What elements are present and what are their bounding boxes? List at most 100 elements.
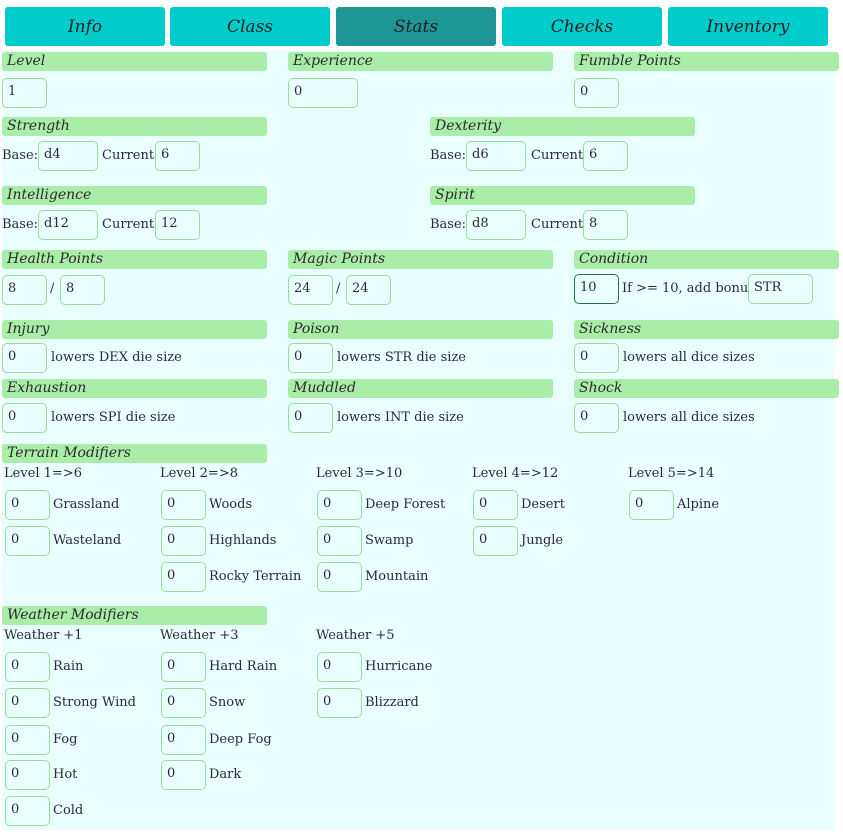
mp-header: Magic Points: [288, 250, 553, 269]
weather-hard-rain-label: Hard Rain: [209, 659, 278, 674]
injury-input[interactable]: 0: [2, 343, 47, 373]
weather-dark-input[interactable]: 0: [161, 760, 206, 790]
tab-info[interactable]: Info: [5, 7, 165, 46]
terrain-deep-forest-input[interactable]: 0: [317, 490, 362, 520]
tab-class[interactable]: Class: [170, 7, 330, 46]
spirit-base-input[interactable]: d8: [466, 210, 526, 240]
weather-hot-label: Hot: [53, 767, 78, 782]
terrain-header: Terrain Modifiers: [2, 444, 267, 463]
spirit-current-label: Current:: [531, 217, 588, 232]
terrain-woods-input[interactable]: 0: [161, 490, 206, 520]
hp-slash: /: [50, 281, 55, 296]
level-input[interactable]: 1: [2, 78, 47, 108]
strength-base-label: Base:: [2, 148, 39, 163]
terrain-mountain-input[interactable]: 0: [317, 562, 362, 592]
weather-cold-input[interactable]: 0: [5, 796, 50, 826]
sickness-note: lowers all dice sizes: [623, 350, 755, 365]
terrain-highlands-label: Highlands: [209, 533, 277, 548]
terrain-level-2-label: Level 2=>8: [160, 466, 238, 481]
spirit-current-input[interactable]: 8: [583, 210, 628, 240]
mp-current-input[interactable]: 24: [288, 275, 333, 305]
hp-header: Health Points: [2, 250, 267, 269]
terrain-desert-input[interactable]: 0: [473, 490, 518, 520]
terrain-level-1-label: Level 1=>6: [4, 466, 82, 481]
intelligence-current-label: Current:: [102, 217, 159, 232]
mp-max-input[interactable]: 24: [346, 275, 391, 305]
tab-stats[interactable]: Stats: [336, 7, 496, 46]
tab-checks[interactable]: Checks: [502, 7, 662, 46]
fumble-header: Fumble Points: [574, 52, 839, 71]
poison-header: Poison: [288, 320, 553, 339]
experience-input[interactable]: 0: [288, 78, 358, 108]
muddled-input[interactable]: 0: [288, 403, 333, 433]
terrain-desert-label: Desert: [521, 497, 565, 512]
weather-header: Weather Modifiers: [2, 606, 267, 625]
weather-blizzard-label: Blizzard: [365, 695, 419, 710]
terrain-wasteland-label: Wasteland: [53, 533, 122, 548]
condition-stat-input[interactable]: STR: [748, 274, 813, 304]
dexterity-current-label: Current:: [531, 148, 588, 163]
terrain-jungle-input[interactable]: 0: [473, 526, 518, 556]
exhaustion-note: lowers SPI die size: [51, 410, 176, 425]
level-header: Level: [2, 52, 267, 71]
exhaustion-header: Exhaustion: [2, 379, 267, 398]
terrain-grassland-input[interactable]: 0: [5, 490, 50, 520]
sickness-input[interactable]: 0: [574, 343, 619, 373]
terrain-rocky-label: Rocky Terrain: [209, 569, 302, 584]
strength-current-label: Current:: [102, 148, 159, 163]
terrain-alpine-input[interactable]: 0: [629, 490, 674, 520]
experience-header: Experience: [288, 52, 553, 71]
intelligence-header: Intelligence: [2, 186, 267, 205]
exhaustion-input[interactable]: 0: [2, 403, 47, 433]
terrain-grassland-label: Grassland: [53, 497, 120, 512]
strength-base-input[interactable]: d4: [38, 141, 98, 171]
hp-max-input[interactable]: 8: [60, 275, 105, 305]
weather-cold-label: Cold: [53, 803, 84, 818]
intelligence-base-input[interactable]: d12: [38, 210, 98, 240]
weather-blizzard-input[interactable]: 0: [317, 688, 362, 718]
terrain-highlands-input[interactable]: 0: [161, 526, 206, 556]
shock-note: lowers all dice sizes: [623, 410, 755, 425]
muddled-header: Muddled: [288, 379, 553, 398]
terrain-jungle-label: Jungle: [521, 533, 564, 548]
strength-current-input[interactable]: 6: [155, 141, 200, 171]
weather-level-3-label: Weather +3: [160, 628, 239, 643]
weather-snow-label: Snow: [209, 695, 246, 710]
mp-slash: /: [336, 281, 341, 296]
weather-strong-wind-label: Strong Wind: [53, 695, 136, 710]
weather-rain-input[interactable]: 0: [5, 652, 50, 682]
spirit-header: Spirit: [430, 186, 695, 205]
weather-strong-wind-input[interactable]: 0: [5, 688, 50, 718]
terrain-level-4-label: Level 4=>12: [472, 466, 559, 481]
weather-level-1-label: Weather +1: [4, 628, 83, 643]
condition-header: Condition: [574, 250, 839, 269]
weather-fog-input[interactable]: 0: [5, 725, 50, 755]
terrain-swamp-input[interactable]: 0: [317, 526, 362, 556]
poison-input[interactable]: 0: [288, 343, 333, 373]
weather-hard-rain-input[interactable]: 0: [161, 652, 206, 682]
weather-deep-fog-input[interactable]: 0: [161, 725, 206, 755]
terrain-woods-label: Woods: [209, 497, 253, 512]
weather-hot-input[interactable]: 0: [5, 760, 50, 790]
dexterity-base-input[interactable]: d6: [466, 141, 526, 171]
intelligence-current-input[interactable]: 12: [155, 210, 200, 240]
terrain-wasteland-input[interactable]: 0: [5, 526, 50, 556]
intelligence-base-label: Base:: [2, 217, 39, 232]
weather-fog-label: Fog: [53, 732, 78, 747]
weather-snow-input[interactable]: 0: [161, 688, 206, 718]
condition-input[interactable]: 10: [574, 274, 619, 304]
fumble-input[interactable]: 0: [574, 78, 619, 108]
tab-inventory[interactable]: Inventory: [668, 7, 828, 46]
weather-hurricane-input[interactable]: 0: [317, 652, 362, 682]
terrain-rocky-input[interactable]: 0: [161, 562, 206, 592]
terrain-alpine-label: Alpine: [677, 497, 720, 512]
dexterity-header: Dexterity: [430, 117, 695, 136]
hp-current-input[interactable]: 8: [2, 275, 47, 305]
muddled-note: lowers INT die size: [337, 410, 464, 425]
shock-input[interactable]: 0: [574, 403, 619, 433]
sickness-header: Sickness: [574, 320, 839, 339]
injury-header: Injury: [2, 320, 267, 339]
weather-deep-fog-label: Deep Fog: [209, 732, 272, 747]
dexterity-current-input[interactable]: 6: [583, 141, 628, 171]
terrain-swamp-label: Swamp: [365, 533, 414, 548]
